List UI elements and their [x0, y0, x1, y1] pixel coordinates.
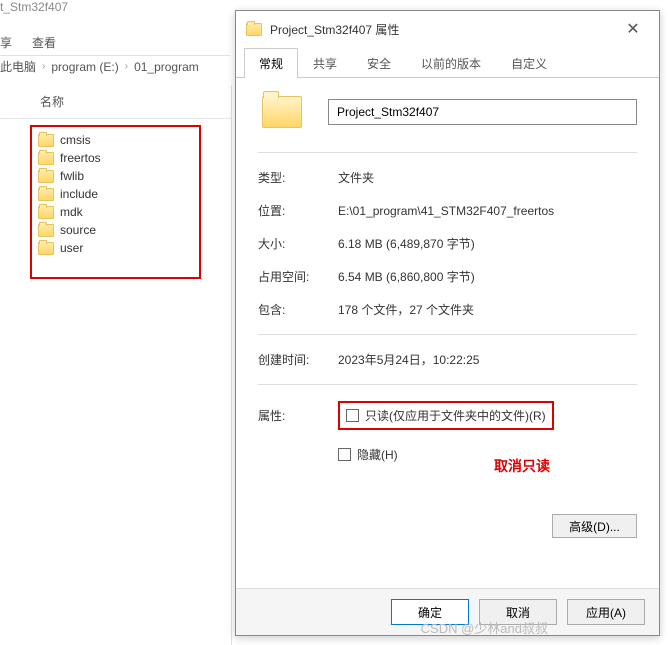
folder-name: source: [60, 223, 96, 237]
label-contains: 包含:: [258, 301, 338, 318]
folder-icon: [38, 134, 54, 147]
explorer-body: 名称 cmsis freertos fwlib include mdk sour…: [0, 85, 232, 645]
properties-dialog: Project_Stm32f407 属性 ✕ 常规 共享 安全 以前的版本 自定…: [235, 10, 660, 636]
folder-name: mdk: [60, 205, 83, 219]
tab-previous-versions[interactable]: 以前的版本: [406, 48, 496, 78]
folder-name: cmsis: [60, 133, 91, 147]
dialog-title: Project_Stm32f407 属性: [270, 21, 609, 38]
list-item[interactable]: user: [38, 239, 193, 257]
tab-strip: 常规 共享 安全 以前的版本 自定义: [236, 47, 659, 78]
cancel-button[interactable]: 取消: [479, 599, 557, 625]
dialog-titlebar[interactable]: Project_Stm32f407 属性 ✕: [236, 11, 659, 47]
tab-custom[interactable]: 自定义: [496, 48, 562, 78]
breadcrumb[interactable]: 此电脑 › program (E:) › 01_program: [0, 58, 199, 75]
list-item[interactable]: include: [38, 185, 193, 203]
value-ondisk: 6.54 MB (6,860,800 字节): [338, 268, 637, 285]
list-item[interactable]: cmsis: [38, 131, 193, 149]
divider: [258, 334, 637, 335]
label-type: 类型:: [258, 169, 338, 186]
annotation-cancel-readonly: 取消只读: [494, 456, 550, 476]
dialog-footer: 确定 取消 应用(A): [236, 588, 659, 635]
value-location: E:\01_program\41_STM32F407_freertos: [338, 204, 637, 218]
divider: [258, 152, 637, 153]
value-created: 2023年5月24日，10:22:25: [338, 351, 637, 368]
breadcrumb-folder[interactable]: 01_program: [134, 60, 199, 74]
label-ondisk: 占用空间:: [258, 268, 338, 285]
folder-icon: [38, 206, 54, 219]
close-icon[interactable]: ✕: [617, 19, 649, 39]
tab-security[interactable]: 安全: [352, 48, 406, 78]
folder-icon: [38, 188, 54, 201]
window-title-fragment: t_Stm32f407: [0, 0, 68, 14]
label-size: 大小:: [258, 235, 338, 252]
label-created: 创建时间:: [258, 351, 338, 368]
breadcrumb-pc[interactable]: 此电脑: [0, 58, 36, 75]
folder-name: user: [60, 241, 83, 255]
advanced-button[interactable]: 高级(D)...: [552, 514, 637, 538]
value-type: 文件夹: [338, 169, 637, 186]
tab-share[interactable]: 共享: [298, 48, 352, 78]
hidden-checkbox[interactable]: [338, 448, 351, 461]
folder-icon: [38, 242, 54, 255]
folder-icon: [246, 23, 262, 36]
folder-name: fwlib: [60, 169, 84, 183]
chevron-right-icon: ›: [42, 61, 45, 72]
value-contains: 178 个文件，27 个文件夹: [338, 301, 637, 318]
label-location: 位置:: [258, 202, 338, 219]
list-item[interactable]: source: [38, 221, 193, 239]
label-attributes: 属性:: [258, 407, 338, 424]
divider: [258, 384, 637, 385]
readonly-highlight: 只读(仅应用于文件夹中的文件)(R): [338, 401, 554, 430]
folder-icon: [38, 152, 54, 165]
chevron-right-icon: ›: [125, 61, 128, 72]
value-size: 6.18 MB (6,489,870 字节): [338, 235, 637, 252]
list-item[interactable]: fwlib: [38, 167, 193, 185]
folder-large-icon: [262, 96, 302, 128]
dialog-body: 类型:文件夹 位置:E:\01_program\41_STM32F407_fre…: [236, 78, 659, 588]
folder-icon: [38, 224, 54, 237]
ok-button[interactable]: 确定: [391, 599, 469, 625]
folder-name: freertos: [60, 151, 101, 165]
folder-icon: [38, 170, 54, 183]
menu-view[interactable]: 查看: [32, 34, 56, 51]
menu-share[interactable]: 享: [0, 34, 12, 51]
readonly-checkbox[interactable]: [346, 409, 359, 422]
explorer-menu: 享 查看: [0, 30, 230, 56]
column-header-name[interactable]: 名称: [0, 85, 231, 119]
folder-name: include: [60, 187, 98, 201]
list-item[interactable]: freertos: [38, 149, 193, 167]
folder-list-highlight: cmsis freertos fwlib include mdk source …: [30, 125, 201, 279]
readonly-label: 只读(仅应用于文件夹中的文件)(R): [365, 407, 546, 424]
hidden-label: 隐藏(H): [357, 446, 398, 463]
tab-general[interactable]: 常规: [244, 48, 298, 78]
breadcrumb-drive[interactable]: program (E:): [51, 60, 118, 74]
list-item[interactable]: mdk: [38, 203, 193, 221]
apply-button[interactable]: 应用(A): [567, 599, 645, 625]
folder-name-input[interactable]: [328, 99, 637, 125]
